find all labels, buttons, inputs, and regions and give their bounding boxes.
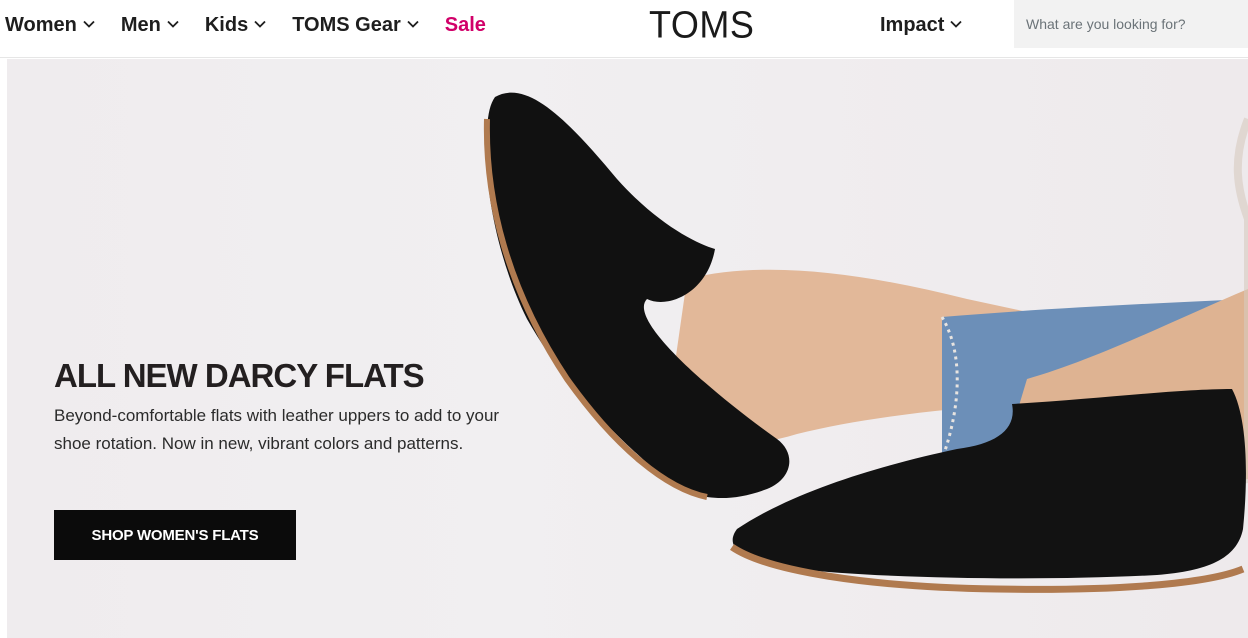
hero-title: ALL NEW DARCY FLATS (54, 357, 425, 394)
hero-banner: ALL NEW DARCY FLATS Beyond-comfortable f… (7, 59, 1248, 638)
nav-item-label: Men (120, 13, 161, 36)
main-nav: Women Men Kids TOMS Gear Sale (5, 0, 511, 50)
nav-item-men[interactable]: Men (121, 14, 180, 37)
toms-logo[interactable]: TOMS (649, 3, 754, 47)
nav-item-label: Women (5, 13, 77, 36)
chevron-down-icon (407, 20, 419, 28)
search-input[interactable] (1014, 0, 1248, 48)
nav-item-label: Impact (880, 13, 945, 36)
shop-womens-flats-button[interactable]: SHOP WOMEN'S FLATS (54, 510, 296, 560)
nav-item-toms-gear[interactable]: TOMS Gear (292, 14, 420, 37)
chevron-down-icon (254, 20, 266, 28)
chevron-down-icon (167, 20, 179, 28)
nav-item-kids[interactable]: Kids (205, 14, 267, 37)
nav-item-label: Sale (444, 13, 486, 36)
nav-item-women[interactable]: Women (5, 14, 96, 37)
chevron-down-icon (83, 20, 95, 28)
nav-item-sale[interactable]: Sale (445, 14, 486, 37)
hero-description: Beyond-comfortable flats with leather up… (54, 406, 500, 453)
nav-item-label: TOMS Gear (292, 13, 401, 36)
nav-item-label: Kids (204, 13, 249, 36)
site-header: Women Men Kids TOMS Gear Sale TOMS Impac… (0, 0, 1248, 58)
nav-item-impact[interactable]: Impact (880, 0, 963, 50)
chevron-down-icon (950, 20, 963, 28)
